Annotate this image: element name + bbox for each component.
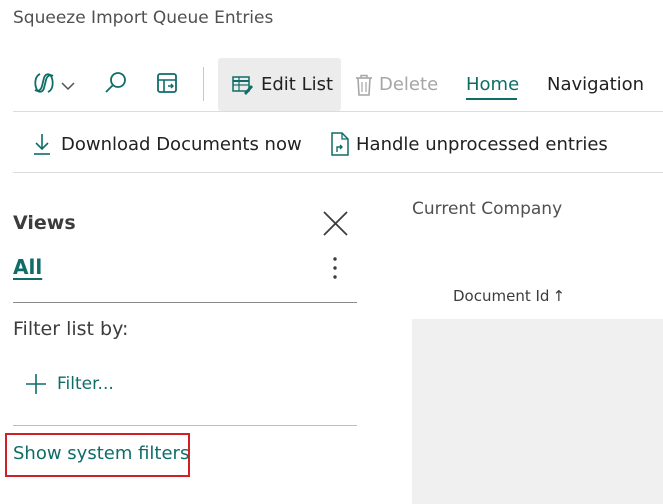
column-header-document-id[interactable]: Document Id ↑ — [453, 287, 565, 305]
download-documents-label: Download Documents now — [61, 133, 302, 155]
views-divider — [13, 302, 357, 303]
view-all-link[interactable]: All — [13, 255, 42, 279]
edit-list-icon — [232, 75, 254, 95]
document-arrow-icon — [330, 132, 350, 156]
action-bar-divider — [13, 172, 663, 173]
add-filter-button[interactable]: Filter... — [25, 370, 114, 398]
close-icon — [321, 211, 350, 242]
download-documents-button[interactable]: Download Documents now — [33, 130, 302, 158]
layout-icon — [156, 72, 178, 98]
views-title: Views — [13, 212, 76, 234]
filter-list-heading: Filter list by: — [13, 318, 129, 340]
tab-navigation[interactable]: Navigation — [547, 74, 644, 95]
toolbar-divider — [203, 67, 204, 101]
layout-button[interactable] — [151, 70, 183, 100]
more-vertical-icon — [329, 257, 341, 286]
sort-ascending-icon: ↑ — [552, 287, 566, 305]
download-icon — [33, 132, 51, 156]
tab-home-underline — [466, 98, 517, 100]
search-icon — [104, 71, 128, 99]
filter-divider — [13, 425, 357, 426]
column-header-label: Document Id — [453, 287, 550, 305]
handle-unprocessed-button[interactable]: Handle unprocessed entries — [330, 130, 608, 158]
delete-button[interactable]: Delete — [355, 58, 438, 111]
close-views-button[interactable] — [321, 209, 350, 238]
current-company-label: Current Company — [412, 199, 563, 219]
handle-unprocessed-label: Handle unprocessed entries — [356, 133, 608, 155]
edit-list-label: Edit List — [261, 74, 334, 95]
tab-home[interactable]: Home — [466, 74, 519, 95]
copilot-dropdown-button[interactable] — [27, 70, 79, 100]
view-options-button[interactable] — [329, 254, 341, 282]
chevron-down-icon — [61, 76, 75, 95]
copilot-icon — [31, 70, 57, 100]
page-title: Squeeze Import Queue Entries — [13, 8, 274, 28]
trash-icon — [355, 74, 373, 96]
show-system-filters-link[interactable]: Show system filters — [13, 443, 189, 464]
delete-label: Delete — [379, 74, 439, 95]
plus-icon — [25, 373, 47, 395]
toolbar-divider-line — [13, 111, 663, 112]
edit-list-button[interactable]: Edit List — [218, 58, 341, 111]
list-grid — [412, 319, 663, 504]
add-filter-label: Filter... — [57, 374, 114, 394]
search-button[interactable] — [100, 70, 132, 100]
